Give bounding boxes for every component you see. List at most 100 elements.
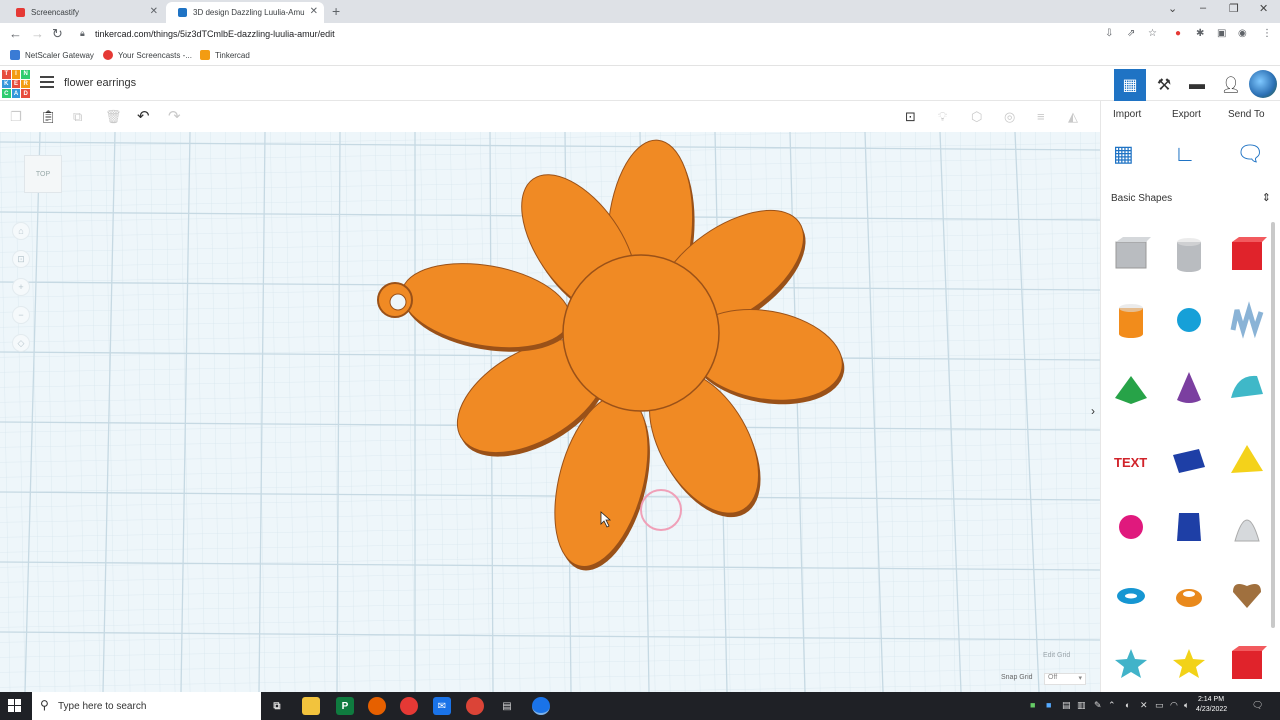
new-tab-button[interactable]: + [332, 3, 340, 19]
tab-screencastify[interactable]: Screencastify ✕ [4, 2, 164, 23]
tray-app-icon[interactable]: ✕ [1140, 700, 1148, 711]
bricks-icon[interactable]: ▬ [1181, 69, 1213, 101]
close-icon[interactable]: ✕ [310, 6, 318, 17]
bookmark-screencasts[interactable]: Your Screencasts -... [103, 50, 192, 60]
workplane[interactable] [0, 132, 1100, 692]
shape-cone[interactable] [1169, 368, 1209, 408]
edit-grid-button[interactable]: Edit Grid [1043, 652, 1070, 659]
project-app-icon[interactable]: P [336, 697, 354, 715]
close-icon[interactable]: ✕ [150, 6, 158, 17]
notes-icon[interactable]: 🗨︎ [1236, 141, 1264, 167]
close-window-button[interactable]: ✕ [1259, 2, 1268, 15]
shape-category-select[interactable]: Basic Shapes ⇕ [1111, 192, 1271, 204]
sidepanel-icon[interactable]: ▣ [1217, 28, 1226, 39]
more-menu-icon[interactable]: ⋮ [1262, 28, 1272, 39]
tray-app-icon[interactable]: ■ [1046, 700, 1051, 710]
screencastify-ext-icon[interactable]: ● [1175, 28, 1181, 39]
tinkercad-logo[interactable]: TIN KER CAD [2, 70, 30, 98]
panel-scrollbar[interactable] [1271, 222, 1275, 628]
taskbar-search[interactable]: ⚲ Type here to search [32, 692, 261, 720]
tab-tinkercad[interactable]: 3D design Dazzling Luulia-Amu ✕ [166, 2, 324, 23]
chrome-icon[interactable] [466, 697, 484, 715]
shape-scribble[interactable] [1227, 300, 1267, 340]
home-view-icon[interactable]: ⌂ [12, 222, 30, 240]
align-icon[interactable]: ≡ [1037, 109, 1045, 124]
zoom-out-icon[interactable]: − [12, 306, 30, 324]
codeblocks-icon[interactable]: ⚒ [1148, 69, 1180, 101]
avatar[interactable] [1249, 70, 1277, 98]
file-explorer-icon[interactable] [302, 697, 320, 715]
bookmark-tinkercad[interactable]: Tinkercad [200, 50, 250, 60]
shape-heart[interactable] [1227, 574, 1267, 614]
workplane-canvas[interactable] [0, 132, 1100, 692]
shape-tube[interactable] [1169, 574, 1209, 614]
chrome-active-icon[interactable] [532, 697, 550, 715]
screencastify-app-icon[interactable] [400, 697, 418, 715]
group-icon[interactable]: ◎ [1004, 109, 1015, 125]
delete-icon[interactable]: 🗑︎ [105, 109, 122, 125]
design-menu-icon[interactable] [40, 76, 54, 90]
url-field[interactable]: tinkercad.com/things/5iz3dTCmlbE-dazzlin… [95, 29, 335, 39]
ruler-icon[interactable]: ∟ [1174, 141, 1196, 167]
share-icon[interactable]: ⇗ [1127, 28, 1135, 39]
minimize-button[interactable]: – [1200, 2, 1206, 14]
forward-icon[interactable]: → [31, 26, 44, 41]
add-user-icon[interactable]: 👤︎ [1215, 69, 1247, 101]
copy-icon[interactable]: ❐ [10, 109, 22, 125]
paste-icon[interactable]: 📋︎ [40, 109, 57, 125]
shape-sphere[interactable] [1169, 300, 1209, 340]
back-icon[interactable]: ← [9, 26, 22, 41]
shape-pyramid[interactable] [1227, 441, 1267, 481]
shape-cylinder[interactable] [1111, 300, 1151, 340]
profile-icon[interactable]: ◉ [1238, 28, 1247, 39]
bookmark-netscaler[interactable]: NetScaler Gateway [10, 50, 94, 60]
shape-star[interactable] [1111, 643, 1151, 683]
collapse-panel-icon[interactable]: › [1091, 404, 1095, 418]
undo-icon[interactable]: ↶ [137, 107, 150, 125]
reload-icon[interactable]: ↻ [52, 26, 63, 42]
3d-view-icon[interactable]: ▦ [1114, 69, 1146, 101]
light-icon[interactable]: 💡︎ [938, 109, 947, 125]
mail-icon[interactable]: ✉ [433, 697, 451, 715]
project-name[interactable]: flower earrings [64, 77, 136, 89]
workplane-icon[interactable]: ▦ [1113, 141, 1134, 167]
system-clock[interactable]: 2:14 PM 4/23/2022 [1196, 695, 1227, 715]
tray-app-icon[interactable]: ■ [1030, 700, 1035, 710]
shape-wedge[interactable] [1169, 441, 1209, 481]
store-icon[interactable]: ▤ [498, 697, 516, 715]
import-button[interactable]: Import [1113, 109, 1141, 120]
extensions-icon[interactable]: ✱ [1196, 28, 1204, 39]
shape-roof[interactable] [1111, 368, 1151, 408]
flower-center[interactable] [562, 254, 720, 412]
windows-start-icon[interactable] [8, 699, 22, 713]
shape-torus[interactable] [1111, 574, 1151, 614]
notifications-icon[interactable]: 🗨︎ [1252, 700, 1263, 711]
duplicate-icon[interactable]: ⧉ [73, 109, 82, 125]
shape-box-hole[interactable] [1111, 234, 1151, 274]
tray-app-icon[interactable]: ◐ [1125, 700, 1130, 710]
shape-box[interactable] [1227, 234, 1267, 274]
send-to-button[interactable]: Send To [1228, 109, 1265, 120]
bookmark-star-icon[interactable]: ☆ [1148, 28, 1157, 39]
wifi-icon[interactable]: ◠ [1170, 700, 1178, 711]
zoom-in-icon[interactable]: + [12, 278, 30, 296]
chevron-up-icon[interactable]: ⌃ [1108, 700, 1116, 711]
shape-icon[interactable]: ⬡ [971, 109, 982, 125]
tray-app-icon[interactable]: ▥ [1077, 700, 1086, 711]
perspective-icon[interactable]: ◇ [12, 334, 30, 352]
export-button[interactable]: Export [1172, 109, 1201, 120]
task-view-icon[interactable]: ⧉ [268, 697, 286, 715]
snap-grid-select[interactable]: Off ▾ [1044, 673, 1086, 685]
install-icon[interactable]: ⇩ [1105, 28, 1113, 39]
lock-icon[interactable]: 🔒︎ [80, 28, 85, 39]
firefox-icon[interactable] [368, 697, 386, 715]
fit-view-icon[interactable]: ⊡ [12, 250, 30, 268]
shape-polygon[interactable] [1169, 507, 1209, 547]
shape-cylinder-hole[interactable] [1169, 234, 1209, 274]
tab-search-icon[interactable]: ⌄ [1168, 2, 1177, 15]
shape-star-yellow[interactable] [1169, 643, 1209, 683]
pen-icon[interactable]: ✎ [1094, 700, 1102, 711]
shape-half-sphere[interactable] [1111, 507, 1151, 547]
shape-paraboloid[interactable] [1227, 507, 1267, 547]
shape-text[interactable]: TEXT [1111, 441, 1151, 481]
